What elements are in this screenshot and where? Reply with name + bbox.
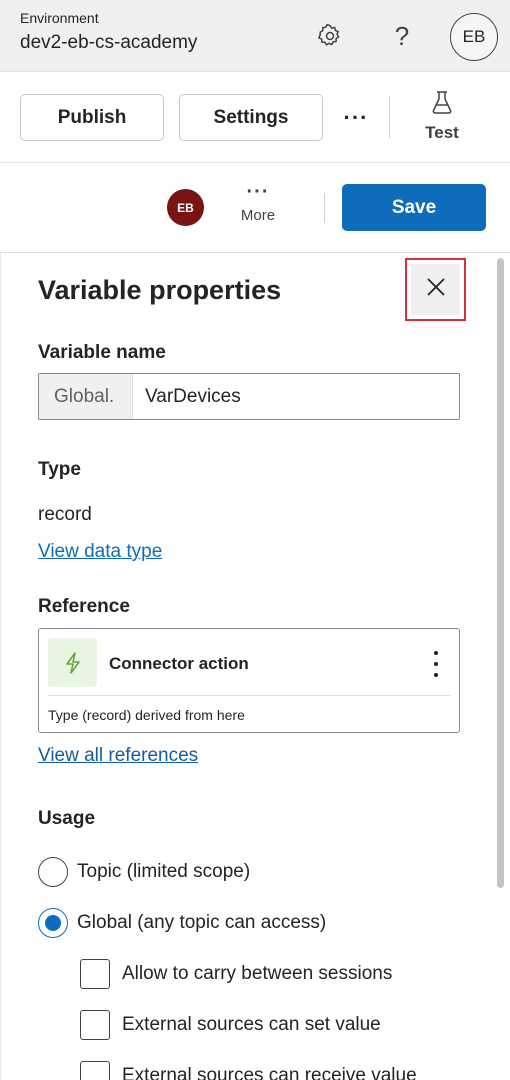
radio-topic[interactable]: [38, 857, 68, 887]
reference-card-divider: [48, 695, 451, 696]
external-receive-value-checkbox[interactable]: [80, 1061, 110, 1080]
view-data-type-link[interactable]: View data type: [38, 541, 162, 563]
external-set-value-checkbox[interactable]: [80, 1010, 110, 1040]
usage-option-topic[interactable]: Topic (limited scope): [38, 857, 250, 887]
panel-scrollbar[interactable]: [497, 258, 504, 888]
environment-label: Environment: [20, 10, 99, 26]
more-options-icon[interactable]: ···: [340, 102, 372, 134]
toolbar: Publish Settings ··· Test: [0, 72, 510, 163]
close-button[interactable]: [405, 258, 466, 321]
external-set-value-option[interactable]: External sources can set value: [80, 1010, 381, 1040]
external-receive-value-option[interactable]: External sources can receive value: [80, 1061, 417, 1080]
reference-card[interactable]: Connector action Type (record) derived f…: [38, 628, 460, 733]
more-label: More: [240, 207, 276, 224]
type-value: record: [38, 504, 92, 525]
reference-card-note: Type (record) derived from here: [48, 707, 245, 723]
collaborator-avatar[interactable]: EB: [167, 189, 204, 226]
variable-name-input[interactable]: VarDevices: [133, 374, 459, 419]
carry-between-sessions-checkbox[interactable]: [80, 959, 110, 989]
save-button[interactable]: Save: [342, 184, 486, 231]
more-icon: ···: [246, 181, 270, 203]
view-all-references-link[interactable]: View all references: [38, 745, 198, 767]
variable-name-field[interactable]: Global. VarDevices: [38, 373, 460, 420]
variable-properties-panel: Variable properties Variable name Global…: [0, 253, 510, 1080]
connector-icon: [48, 638, 97, 687]
environment-name[interactable]: dev2-eb-cs-academy: [20, 32, 197, 54]
gear-icon[interactable]: [314, 20, 346, 52]
usage-option-global[interactable]: Global (any topic can access): [38, 908, 326, 938]
test-label: Test: [425, 123, 459, 142]
reference-label: Reference: [38, 596, 130, 617]
external-set-value-label: External sources can set value: [122, 1014, 381, 1035]
panel-title: Variable properties: [38, 275, 282, 305]
publish-button[interactable]: Publish: [20, 94, 164, 141]
flask-icon: [431, 90, 453, 119]
usage-label: Usage: [38, 808, 96, 829]
environment-bar: Environment dev2-eb-cs-academy ? EB: [0, 0, 510, 72]
settings-button[interactable]: Settings: [179, 94, 323, 141]
type-label: Type: [38, 459, 81, 480]
carry-between-sessions-option[interactable]: Allow to carry between sessions: [80, 959, 392, 989]
toolbar-divider: [389, 96, 390, 138]
more-button[interactable]: ··· More: [232, 181, 284, 235]
usage-option-topic-label: Topic (limited scope): [77, 861, 251, 882]
variable-name-prefix: Global.: [39, 374, 133, 419]
variable-name-label: Variable name: [38, 342, 166, 363]
reference-card-title: Connector action: [109, 654, 249, 673]
test-button[interactable]: Test: [412, 90, 472, 146]
close-icon: [425, 276, 447, 303]
external-receive-value-label: External sources can receive value: [122, 1065, 417, 1080]
subbar-divider: [324, 193, 325, 223]
user-avatar[interactable]: EB: [450, 13, 498, 61]
radio-global[interactable]: [38, 908, 68, 938]
more-vertical-icon[interactable]: [427, 651, 445, 677]
usage-option-global-label: Global (any topic can access): [77, 912, 327, 933]
editor-subbar: EB ··· More Save: [0, 163, 510, 253]
help-icon[interactable]: ?: [386, 20, 418, 52]
carry-between-sessions-label: Allow to carry between sessions: [122, 963, 393, 984]
